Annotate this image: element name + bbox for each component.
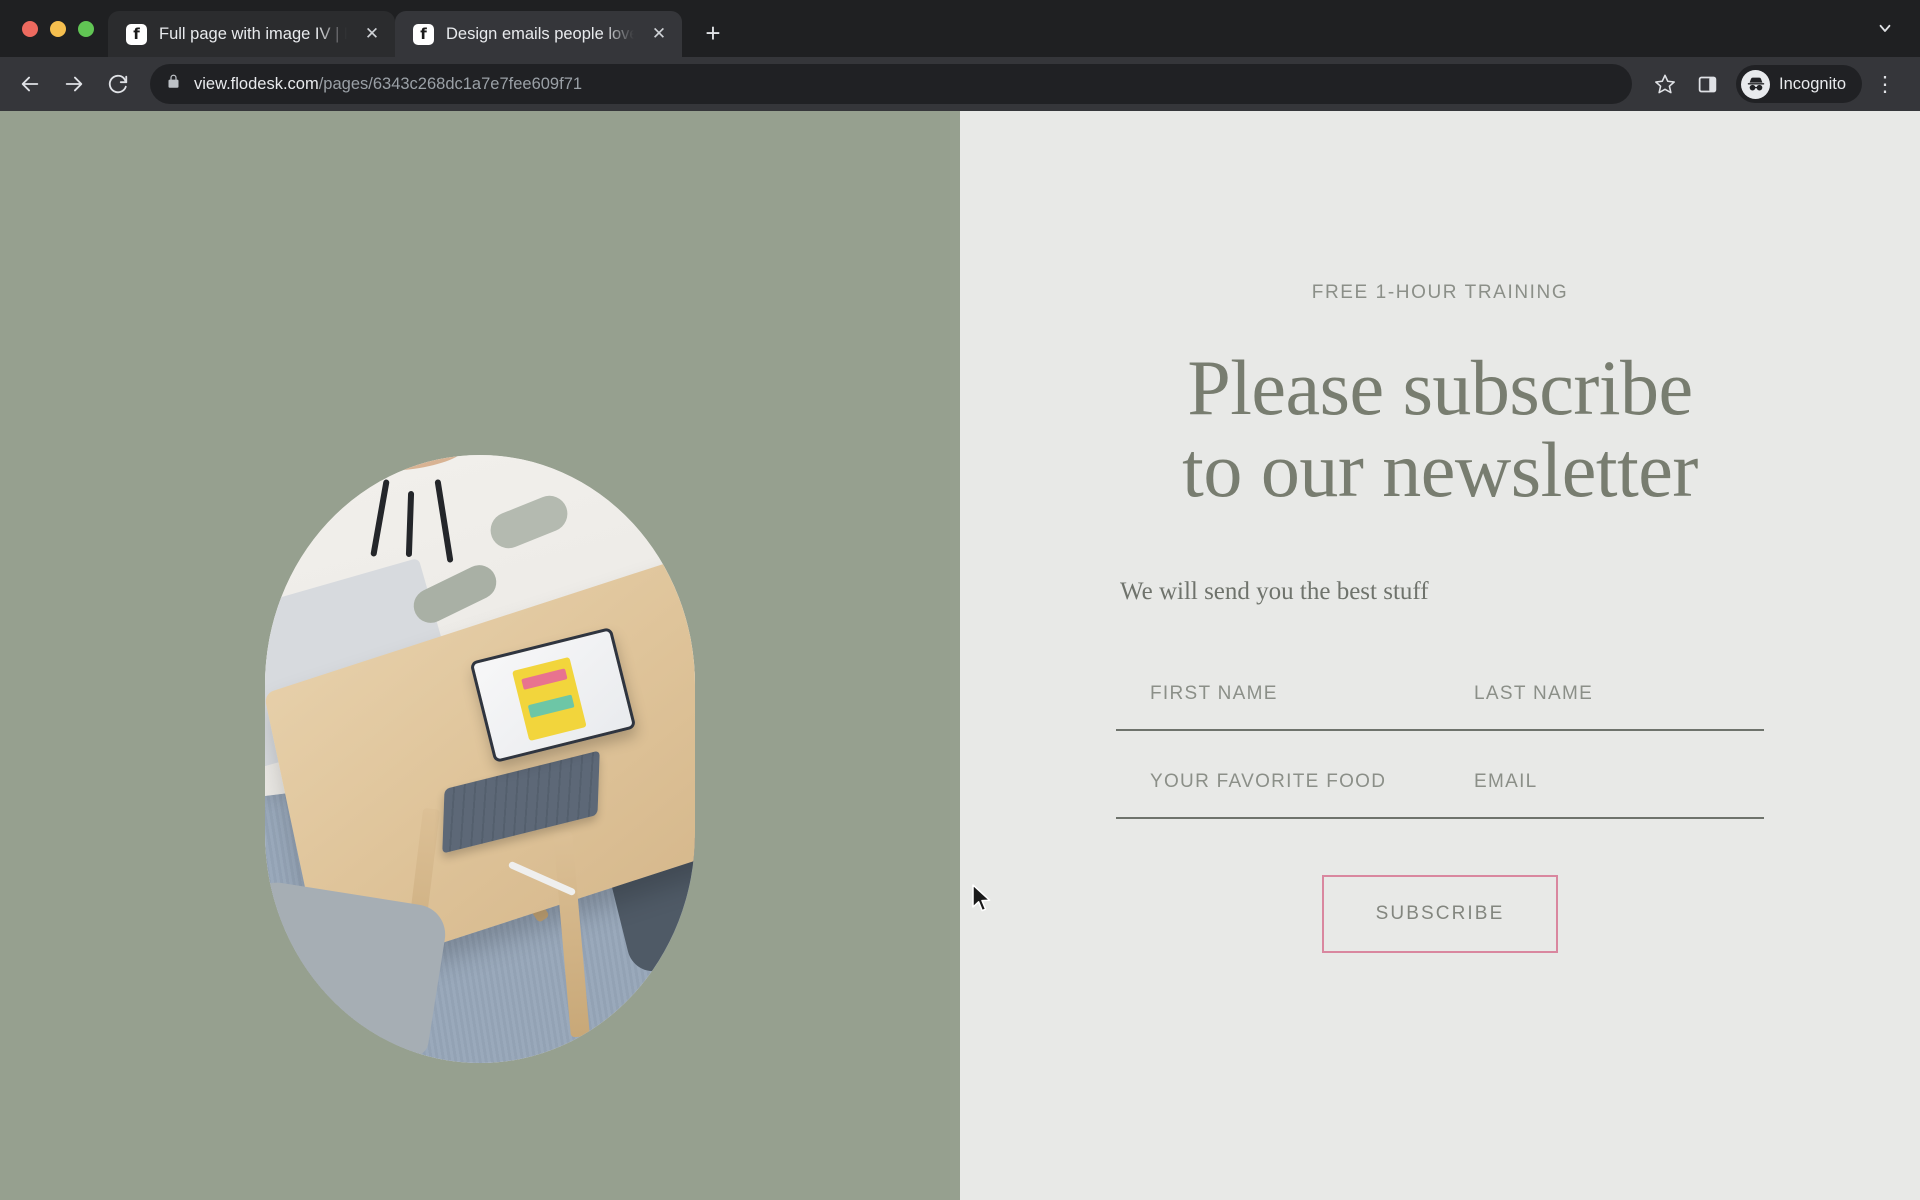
headline-line-2: to our newsletter	[1182, 425, 1698, 513]
close-tab-button[interactable]: ✕	[359, 21, 385, 47]
favorite-food-input[interactable]	[1116, 746, 1440, 817]
last-name-input[interactable]	[1440, 658, 1764, 729]
tab-title: Design emails people love to g	[446, 24, 634, 43]
address-bar[interactable]: view.flodesk.com/pages/6343c268dc1a7e7fe…	[150, 64, 1633, 104]
subscribe-button[interactable]: SUBSCRIBE	[1322, 874, 1558, 953]
email-input[interactable]	[1440, 746, 1764, 817]
lock-icon	[166, 74, 181, 94]
headline-line-1: Please subscribe	[1187, 344, 1693, 431]
incognito-avatar-icon	[1741, 69, 1771, 99]
maximize-window-button[interactable]	[78, 20, 94, 37]
photo-front-chair	[265, 878, 450, 1058]
flodesk-favicon-icon: f	[413, 23, 434, 45]
side-panel-icon[interactable]	[1688, 65, 1726, 103]
forward-button[interactable]	[54, 64, 94, 104]
url-domain: view.flodesk.com	[194, 74, 319, 93]
form-row-name	[1116, 658, 1764, 731]
hero-photo-image	[265, 455, 695, 1063]
signup-form: FREE 1-HOUR TRAINING Please subscribe to…	[960, 111, 1920, 953]
tabs: f Full page with image IV | Flodesk ✕ f …	[108, 0, 732, 57]
url-path: /pages/6343c268dc1a7e7fee609f71	[318, 74, 583, 93]
close-tab-button[interactable]: ✕	[646, 21, 672, 47]
flodesk-favicon-icon: f	[126, 23, 147, 45]
first-name-input[interactable]	[1116, 658, 1440, 729]
browser-menu-button[interactable]: ⋮	[1866, 65, 1904, 103]
new-tab-button[interactable]: +	[694, 14, 732, 52]
page-title: Please subscribe to our newsletter	[1182, 347, 1698, 511]
photo-tablet-screen	[512, 657, 587, 742]
eyebrow-text: FREE 1-HOUR TRAINING	[1311, 282, 1569, 303]
form-row-food-email	[1116, 746, 1764, 819]
incognito-label: Incognito	[1779, 74, 1846, 93]
tab-flodesk-full-page[interactable]: f Full page with image IV | Flodesk ✕	[108, 11, 395, 57]
hero-image-panel	[0, 111, 960, 1200]
minimize-window-button[interactable]	[50, 20, 66, 37]
reload-button[interactable]	[98, 64, 138, 104]
window-controls	[0, 0, 108, 57]
subscribe-button-wrap: SUBSCRIBE	[1116, 874, 1764, 953]
bookmark-star-icon[interactable]	[1646, 65, 1684, 103]
tab-title: Full page with image IV | Flodesk	[159, 24, 347, 43]
tab-design-emails[interactable]: f Design emails people love to g ✕	[395, 11, 682, 57]
url-text: view.flodesk.com/pages/6343c268dc1a7e7fe…	[194, 75, 582, 94]
subtitle-text: We will send you the best stuff	[1120, 577, 1429, 605]
back-button[interactable]	[10, 64, 50, 104]
form-fields	[1116, 658, 1764, 819]
hero-photo	[265, 455, 695, 1063]
close-window-button[interactable]	[22, 20, 38, 37]
browser-window: f Full page with image IV | Flodesk ✕ f …	[0, 0, 1920, 1200]
incognito-profile-chip[interactable]: Incognito	[1736, 65, 1862, 103]
tab-search-chevron-down-icon[interactable]	[1868, 11, 1902, 45]
browser-toolbar: view.flodesk.com/pages/6343c268dc1a7e7fe…	[0, 57, 1920, 111]
tab-strip: f Full page with image IV | Flodesk ✕ f …	[0, 0, 1920, 57]
signup-form-panel: FREE 1-HOUR TRAINING Please subscribe to…	[960, 111, 1920, 1200]
page-content: FREE 1-HOUR TRAINING Please subscribe to…	[0, 111, 1920, 1200]
